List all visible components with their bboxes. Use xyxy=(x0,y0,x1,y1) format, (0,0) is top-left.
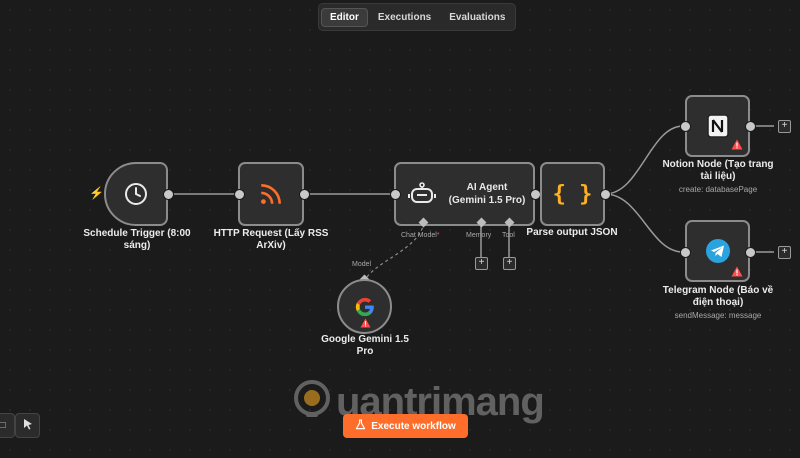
telegram-warning-icon xyxy=(731,264,743,282)
execute-workflow-label: Execute workflow xyxy=(371,420,456,432)
google-gemini-node[interactable] xyxy=(337,279,392,334)
tool-icon: □ xyxy=(0,420,6,431)
braces-icon: { } xyxy=(552,181,593,207)
cursor-icon xyxy=(22,417,34,435)
chat-model-port-label: Chat Model* xyxy=(401,232,440,239)
telegram-operation: sendMessage: message xyxy=(674,311,762,320)
execute-workflow-button[interactable]: Execute workflow xyxy=(343,414,468,438)
telegram-node[interactable] xyxy=(685,220,750,282)
schedule-trigger-label: Schedule Trigger (8:00 sáng) xyxy=(83,228,191,251)
ai-agent-title-block: AI Agent (Gemini 1.5 Pro) xyxy=(440,181,534,207)
notion-node[interactable] xyxy=(685,95,750,157)
ai-agent-label: AI Agent xyxy=(466,182,508,193)
robot-icon xyxy=(408,181,436,207)
telegram-icon xyxy=(705,238,731,264)
flask-icon xyxy=(355,419,366,433)
notion-icon xyxy=(705,113,731,139)
http-request-node[interactable] xyxy=(238,162,304,226)
notion-output-handle[interactable] xyxy=(745,121,756,132)
rss-icon xyxy=(258,181,284,207)
telegram-add-next-button[interactable]: + xyxy=(778,246,791,259)
notion-label: Notion Node (Tạo trang tài liệu) xyxy=(662,159,774,182)
telegram-label: Telegram Node (Báo về điện thoại) xyxy=(662,285,774,308)
http-input-handle[interactable] xyxy=(234,189,245,200)
http-request-label: HTTP Request (Lấy RSS ArXiv) xyxy=(213,228,329,251)
clock-icon xyxy=(124,182,148,206)
add-tool-button[interactable]: + xyxy=(503,257,516,270)
ai-agent-sublabel: (Gemini 1.5 Pro) xyxy=(448,195,526,206)
trigger-output-handle[interactable] xyxy=(163,189,174,200)
trigger-bolt-icon: ⚡ xyxy=(89,186,104,200)
parse-output-node[interactable]: { } xyxy=(540,162,605,226)
edge-model-dashed xyxy=(363,221,425,283)
tool-port-label: Tool xyxy=(502,232,515,239)
schedule-trigger-node[interactable] xyxy=(104,162,168,226)
memory-port-label: Memory xyxy=(466,232,492,239)
agent-input-handle[interactable] xyxy=(390,189,401,200)
notion-input-handle[interactable] xyxy=(680,121,691,132)
zoom-tool-button[interactable]: □ xyxy=(0,413,15,438)
ai-agent-node[interactable]: AI Agent (Gemini 1.5 Pro) xyxy=(394,162,535,226)
add-memory-button[interactable]: + xyxy=(475,257,488,270)
notion-add-next-button[interactable]: + xyxy=(778,120,791,133)
notion-operation: create: databasePage xyxy=(678,185,758,194)
google-gemini-label: Google Gemini 1.5 Pro xyxy=(321,334,409,357)
telegram-output-handle[interactable] xyxy=(745,247,756,258)
telegram-input-handle[interactable] xyxy=(680,247,691,258)
notion-warning-icon xyxy=(731,137,743,155)
edge-parse-telegram xyxy=(604,193,684,253)
parse-output-label: Parse output JSON xyxy=(526,227,618,238)
http-output-handle[interactable] xyxy=(299,189,310,200)
gemini-warning-icon xyxy=(360,315,371,333)
pointer-tool-button[interactable] xyxy=(15,413,40,438)
parse-output-handle[interactable] xyxy=(600,189,611,200)
lightbulb-logo-icon xyxy=(290,378,334,427)
gemini-model-port-label: Model xyxy=(352,261,372,268)
